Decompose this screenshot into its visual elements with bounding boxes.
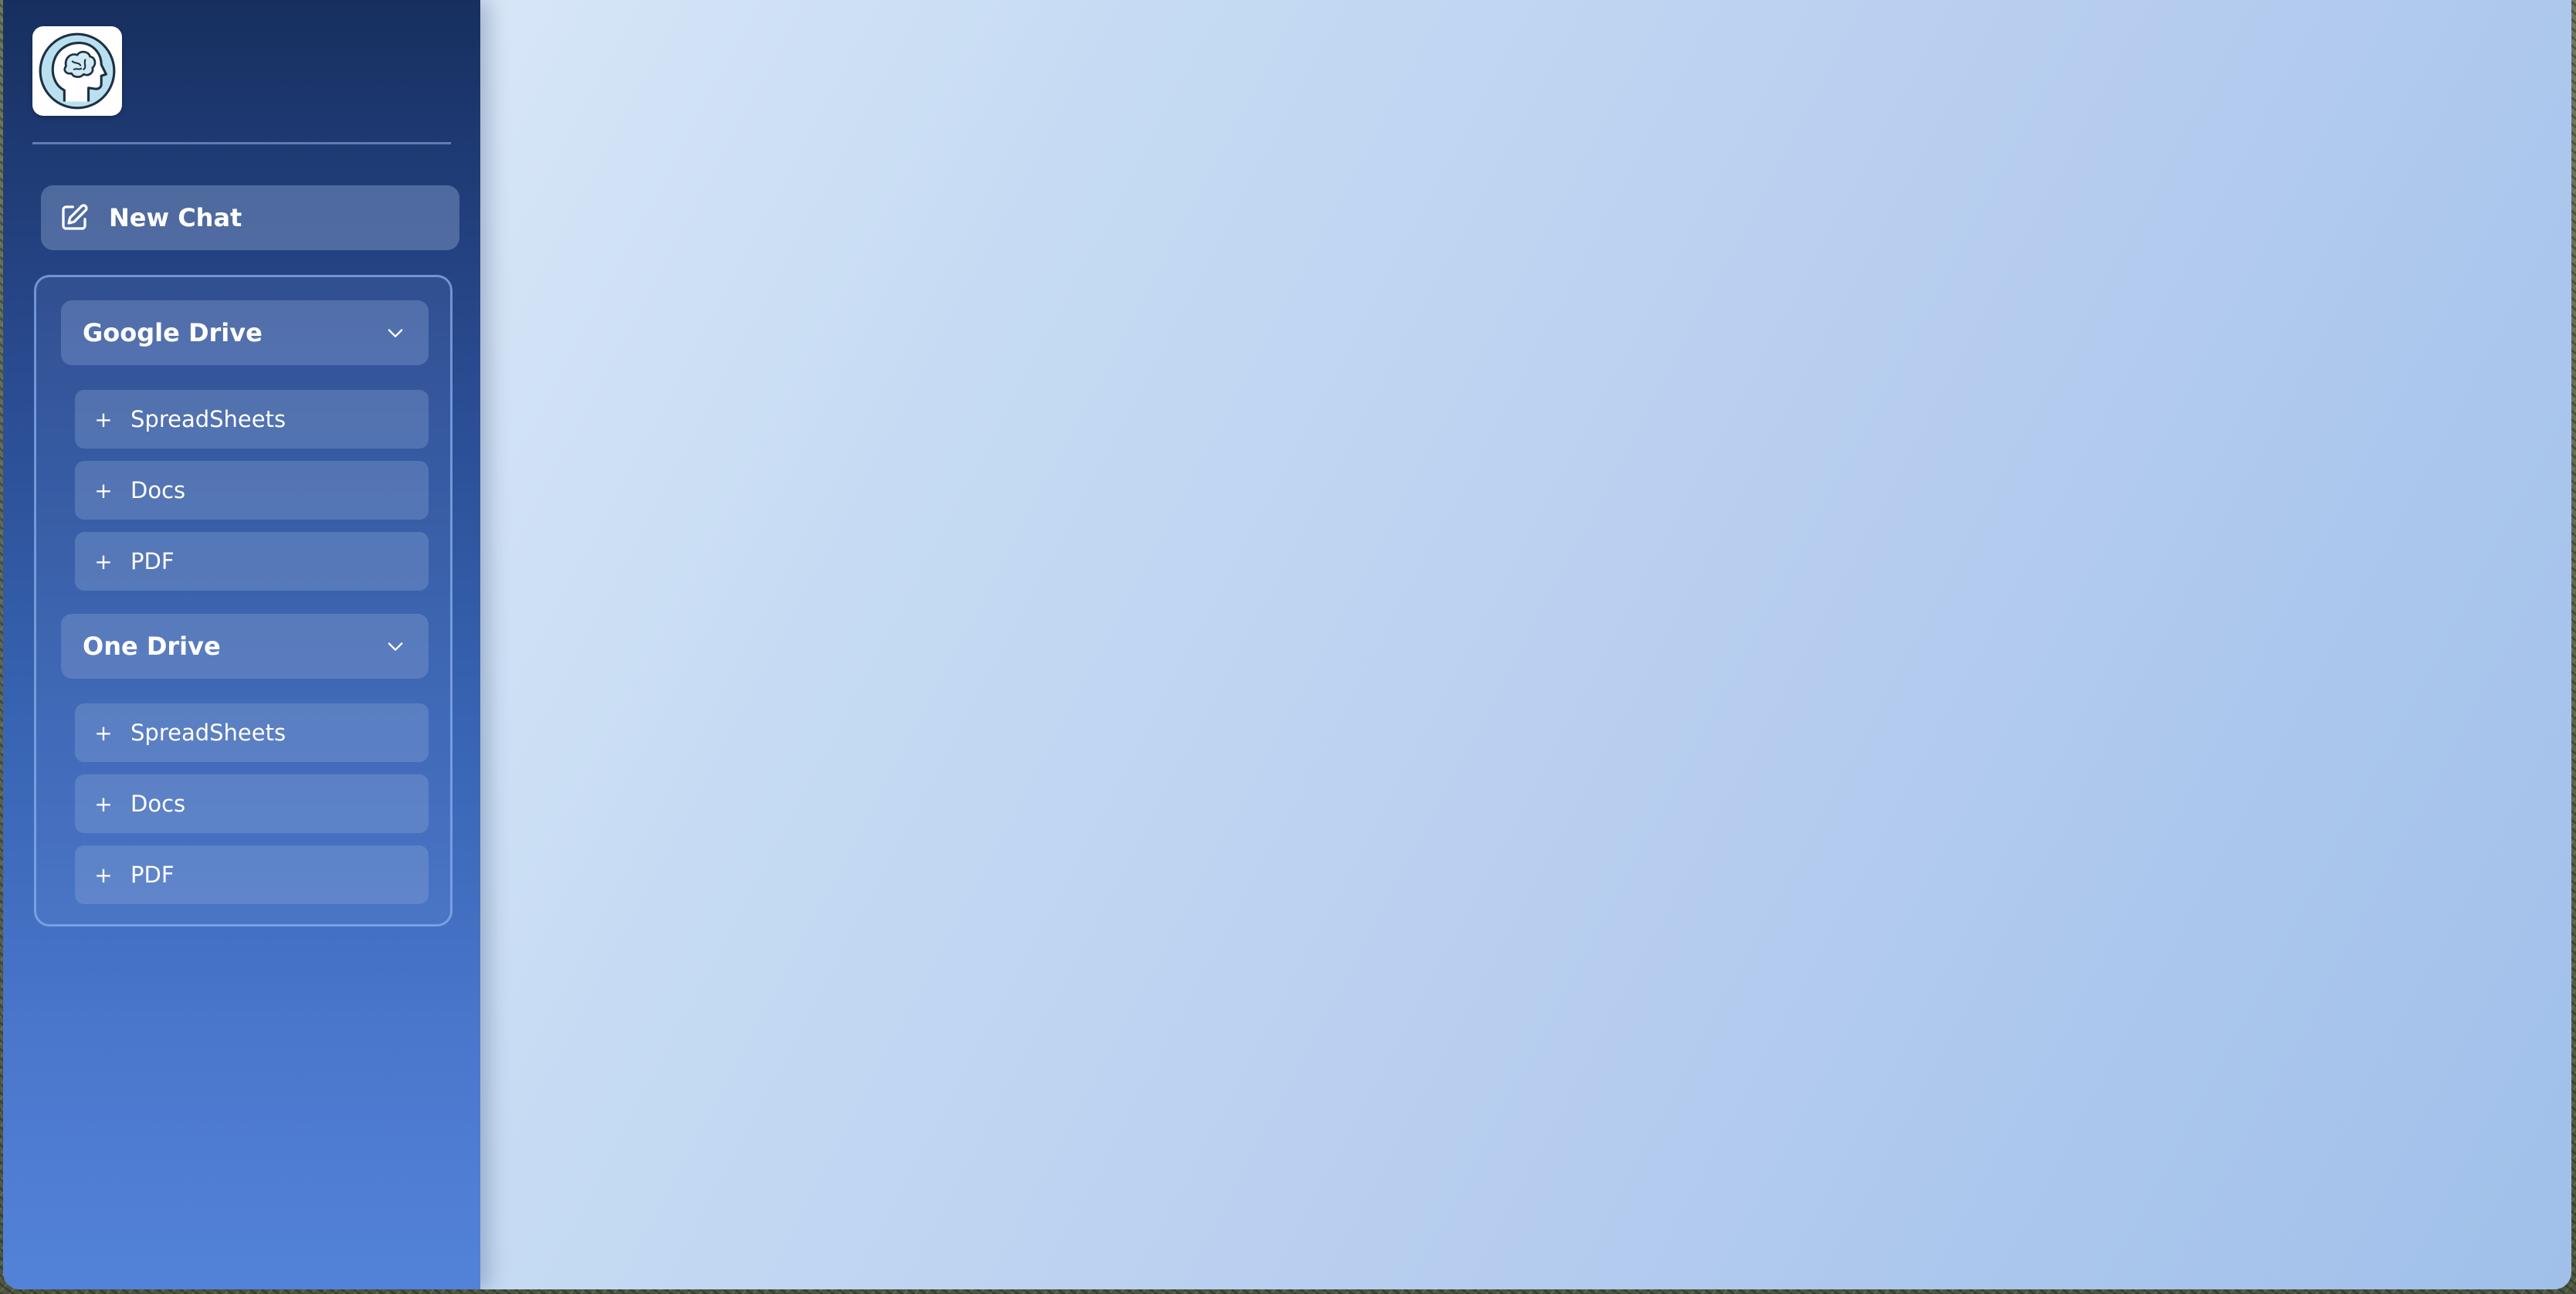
new-chat-button[interactable]: New Chat: [41, 185, 459, 250]
group-header-google-drive[interactable]: Google Drive: [61, 300, 429, 365]
list-item-google-drive-pdf[interactable]: + PDF: [75, 532, 429, 591]
list-item-label: PDF: [130, 862, 175, 888]
group-title: One Drive: [83, 632, 221, 661]
list-item-label: SpreadSheets: [130, 720, 286, 746]
list-item-label: PDF: [130, 548, 175, 574]
sidebar-divider: [32, 142, 451, 144]
list-item-label: Docs: [130, 477, 186, 503]
chevron-down-icon: [382, 633, 408, 659]
list-item-google-drive-spreadsheets[interactable]: + SpreadSheets: [75, 390, 429, 449]
plus-icon: +: [94, 406, 113, 432]
sources-panel: Google Drive + SpreadSheets + Docs + PDF: [34, 275, 452, 926]
edit-square-icon: [56, 200, 92, 235]
brain-head-icon: [39, 32, 116, 110]
sidebar: New Chat Google Drive + SpreadSheets + D…: [3, 0, 480, 1289]
plus-icon: +: [94, 477, 113, 503]
list-item-one-drive-spreadsheets[interactable]: + SpreadSheets: [75, 703, 429, 762]
app-window: New Chat Google Drive + SpreadSheets + D…: [3, 0, 2571, 1289]
list-item-google-drive-docs[interactable]: + Docs: [75, 461, 429, 520]
list-item-one-drive-pdf[interactable]: + PDF: [75, 845, 429, 904]
list-item-label: SpreadSheets: [130, 406, 286, 432]
app-logo[interactable]: [32, 26, 122, 116]
group-title: Google Drive: [83, 318, 263, 347]
list-item-one-drive-docs[interactable]: + Docs: [75, 774, 429, 833]
plus-icon: +: [94, 862, 113, 888]
plus-icon: +: [94, 791, 113, 817]
plus-icon: +: [94, 720, 113, 746]
new-chat-label: New Chat: [109, 203, 242, 232]
plus-icon: +: [94, 548, 113, 574]
list-item-label: Docs: [130, 791, 186, 817]
main-content-area: [480, 0, 2571, 1289]
chevron-down-icon: [382, 320, 408, 346]
group-header-one-drive[interactable]: One Drive: [61, 614, 429, 679]
